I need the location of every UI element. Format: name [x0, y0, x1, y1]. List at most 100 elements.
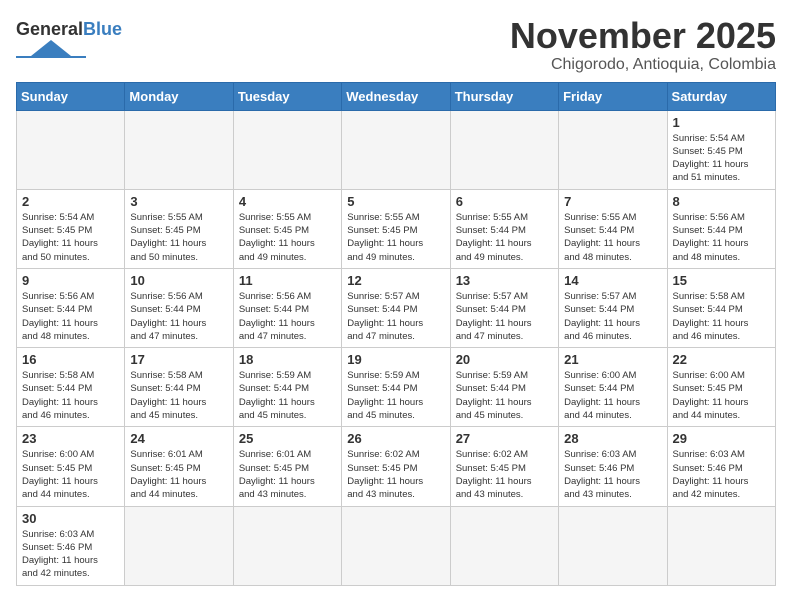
day-info: Sunrise: 6:03 AMSunset: 5:46 PMDaylight:…: [673, 448, 770, 501]
calendar-cell: 18Sunrise: 5:59 AMSunset: 5:44 PMDayligh…: [233, 348, 341, 427]
calendar-cell: [559, 506, 667, 585]
calendar-cell: [342, 506, 450, 585]
day-number: 14: [564, 273, 661, 288]
day-number: 10: [130, 273, 227, 288]
day-info: Sunrise: 5:55 AMSunset: 5:44 PMDaylight:…: [456, 211, 553, 264]
calendar-cell: [17, 110, 125, 189]
calendar: SundayMondayTuesdayWednesdayThursdayFrid…: [16, 82, 776, 586]
day-info: Sunrise: 5:58 AMSunset: 5:44 PMDaylight:…: [673, 290, 770, 343]
day-info: Sunrise: 5:56 AMSunset: 5:44 PMDaylight:…: [130, 290, 227, 343]
day-number: 1: [673, 115, 770, 130]
calendar-cell: 8Sunrise: 5:56 AMSunset: 5:44 PMDaylight…: [667, 189, 775, 268]
calendar-week-5: 23Sunrise: 6:00 AMSunset: 5:45 PMDayligh…: [17, 427, 776, 506]
weekday-header-monday: Monday: [125, 82, 233, 110]
day-info: Sunrise: 6:00 AMSunset: 5:44 PMDaylight:…: [564, 369, 661, 422]
calendar-cell: 7 Sunrise: 5:55 AMSunset: 5:44 PMDaylight…: [559, 189, 667, 268]
calendar-cell: [125, 506, 233, 585]
calendar-cell: [667, 506, 775, 585]
day-number: 4: [239, 194, 336, 209]
calendar-cell: [233, 506, 341, 585]
day-info: Sunrise: 6:00 AMSunset: 5:45 PMDaylight:…: [673, 369, 770, 422]
day-number: 9: [22, 273, 119, 288]
day-number: 16: [22, 352, 119, 367]
logo-text-general: General: [16, 20, 83, 38]
day-info: Sunrise: 5:55 AMSunset: 5:45 PMDaylight:…: [239, 211, 336, 264]
calendar-cell: 3 Sunrise: 5:55 AMSunset: 5:45 PMDaylight…: [125, 189, 233, 268]
calendar-cell: 10 Sunrise: 5:56 AMSunset: 5:44 PMDayligh…: [125, 268, 233, 347]
day-info: Sunrise: 6:03 AMSunset: 5:46 PMDaylight:…: [22, 528, 119, 581]
day-number: 27: [456, 431, 553, 446]
day-info: Sunrise: 5:56 AMSunset: 5:44 PMDaylight:…: [239, 290, 336, 343]
weekday-header-friday: Friday: [559, 82, 667, 110]
day-number: 3: [130, 194, 227, 209]
calendar-cell: 13 Sunrise: 5:57 AMSunset: 5:44 PMDayligh…: [450, 268, 558, 347]
day-info: Sunrise: 5:57 AMSunset: 5:44 PMDaylight:…: [456, 290, 553, 343]
calendar-cell: [450, 506, 558, 585]
weekday-header-tuesday: Tuesday: [233, 82, 341, 110]
calendar-cell: [450, 110, 558, 189]
day-info: Sunrise: 5:58 AMSunset: 5:44 PMDaylight:…: [22, 369, 119, 422]
weekday-header-saturday: Saturday: [667, 82, 775, 110]
calendar-week-1: 1 Sunrise: 5:54 AMSunset: 5:45 PMDaylight…: [17, 110, 776, 189]
calendar-cell: 12Sunrise: 5:57 AMSunset: 5:44 PMDayligh…: [342, 268, 450, 347]
day-number: 28: [564, 431, 661, 446]
day-info: Sunrise: 5:57 AMSunset: 5:44 PMDaylight:…: [564, 290, 661, 343]
day-number: 20: [456, 352, 553, 367]
day-number: 2: [22, 194, 119, 209]
day-number: 8: [673, 194, 770, 209]
day-number: 19: [347, 352, 444, 367]
day-number: 22: [673, 352, 770, 367]
calendar-cell: 22 Sunrise: 6:00 AMSunset: 5:45 PMDayligh…: [667, 348, 775, 427]
day-number: 6: [456, 194, 553, 209]
day-number: 13: [456, 273, 553, 288]
title-area: November 2025 Chigorodo, Antioquia, Colo…: [510, 16, 776, 74]
day-info: Sunrise: 5:54 AMSunset: 5:45 PMDaylight:…: [22, 211, 119, 264]
day-info: Sunrise: 5:55 AMSunset: 5:45 PMDaylight:…: [347, 211, 444, 264]
calendar-cell: 20 Sunrise: 5:59 AMSunset: 5:44 PMDayligh…: [450, 348, 558, 427]
day-info: Sunrise: 5:55 AMSunset: 5:44 PMDaylight:…: [564, 211, 661, 264]
calendar-cell: 29 Sunrise: 6:03 AMSunset: 5:46 PMDayligh…: [667, 427, 775, 506]
calendar-cell: [342, 110, 450, 189]
day-number: 17: [130, 352, 227, 367]
day-number: 30: [22, 511, 119, 526]
day-info: Sunrise: 6:03 AMSunset: 5:46 PMDaylight:…: [564, 448, 661, 501]
day-info: Sunrise: 5:54 AMSunset: 5:45 PMDaylight:…: [673, 132, 770, 185]
day-info: Sunrise: 5:59 AMSunset: 5:44 PMDaylight:…: [347, 369, 444, 422]
month-title: November 2025: [510, 16, 776, 56]
calendar-cell: 28 Sunrise: 6:03 AMSunset: 5:46 PMDayligh…: [559, 427, 667, 506]
weekday-header-wednesday: Wednesday: [342, 82, 450, 110]
calendar-cell: 15 Sunrise: 5:58 AMSunset: 5:44 PMDayligh…: [667, 268, 775, 347]
calendar-cell: 2 Sunrise: 5:54 AMSunset: 5:45 PMDaylight…: [17, 189, 125, 268]
day-info: Sunrise: 5:55 AMSunset: 5:45 PMDaylight:…: [130, 211, 227, 264]
calendar-week-3: 9 Sunrise: 5:56 AMSunset: 5:44 PMDaylight…: [17, 268, 776, 347]
day-number: 26: [347, 431, 444, 446]
day-number: 23: [22, 431, 119, 446]
weekday-header-row: SundayMondayTuesdayWednesdayThursdayFrid…: [17, 82, 776, 110]
header: General Blue November 2025 Chigorodo, An…: [16, 16, 776, 74]
calendar-cell: 16 Sunrise: 5:58 AMSunset: 5:44 PMDayligh…: [17, 348, 125, 427]
logo-icon: [16, 40, 86, 58]
day-info: Sunrise: 5:59 AMSunset: 5:44 PMDaylight:…: [456, 369, 553, 422]
calendar-cell: 26 Sunrise: 6:02 AMSunset: 5:45 PMDayligh…: [342, 427, 450, 506]
calendar-cell: 24Sunrise: 6:01 AMSunset: 5:45 PMDayligh…: [125, 427, 233, 506]
calendar-cell: 17 Sunrise: 5:58 AMSunset: 5:44 PMDayligh…: [125, 348, 233, 427]
calendar-cell: [559, 110, 667, 189]
day-number: 24: [130, 431, 227, 446]
calendar-cell: 5Sunrise: 5:55 AMSunset: 5:45 PMDaylight…: [342, 189, 450, 268]
calendar-cell: 14 Sunrise: 5:57 AMSunset: 5:44 PMDayligh…: [559, 268, 667, 347]
day-number: 29: [673, 431, 770, 446]
day-info: Sunrise: 6:02 AMSunset: 5:45 PMDaylight:…: [347, 448, 444, 501]
weekday-header-sunday: Sunday: [17, 82, 125, 110]
day-info: Sunrise: 6:01 AMSunset: 5:45 PMDaylight:…: [239, 448, 336, 501]
calendar-cell: 1 Sunrise: 5:54 AMSunset: 5:45 PMDaylight…: [667, 110, 775, 189]
calendar-cell: 21Sunrise: 6:00 AMSunset: 5:44 PMDayligh…: [559, 348, 667, 427]
calendar-cell: 4 Sunrise: 5:55 AMSunset: 5:45 PMDaylight…: [233, 189, 341, 268]
day-info: Sunrise: 5:59 AMSunset: 5:44 PMDaylight:…: [239, 369, 336, 422]
day-number: 25: [239, 431, 336, 446]
calendar-cell: 11Sunrise: 5:56 AMSunset: 5:44 PMDayligh…: [233, 268, 341, 347]
calendar-cell: 27Sunrise: 6:02 AMSunset: 5:45 PMDayligh…: [450, 427, 558, 506]
calendar-cell: 19 Sunrise: 5:59 AMSunset: 5:44 PMDayligh…: [342, 348, 450, 427]
day-info: Sunrise: 5:58 AMSunset: 5:44 PMDaylight:…: [130, 369, 227, 422]
day-number: 15: [673, 273, 770, 288]
day-number: 7: [564, 194, 661, 209]
